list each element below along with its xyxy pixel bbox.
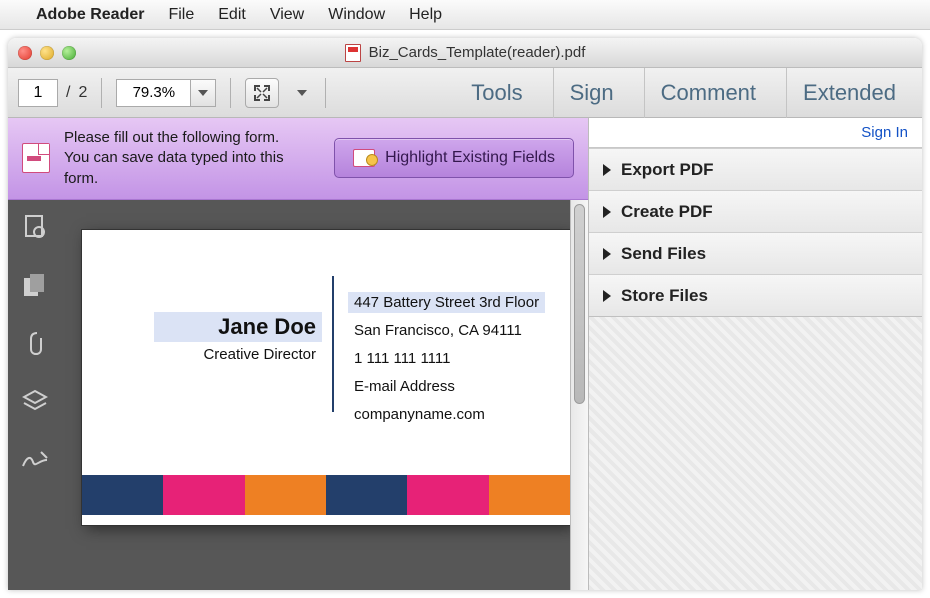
- toolbar-divider: [101, 78, 102, 108]
- page-total: 2: [78, 84, 87, 102]
- disclosure-triangle-icon: [603, 290, 611, 302]
- app-window: Biz_Cards_Template(reader).pdf / 2 Tools…: [8, 38, 922, 590]
- tab-tools[interactable]: Tools: [455, 68, 538, 118]
- form-message-bar: Please fill out the following form. You …: [8, 118, 588, 200]
- pages-icon: [22, 272, 48, 298]
- pdf-icon: [345, 44, 361, 62]
- vertical-scrollbar[interactable]: [570, 200, 588, 590]
- window-minimize-button[interactable]: [40, 46, 54, 60]
- tab-comment[interactable]: Comment: [644, 68, 772, 118]
- layers-icon: [22, 389, 48, 413]
- accordion-export-pdf[interactable]: Export PDF: [589, 148, 922, 190]
- toolbar: / 2 Tools Sign Comment Extended: [8, 68, 922, 118]
- website-field[interactable]: companyname.com: [348, 404, 491, 425]
- address-line2-field[interactable]: San Francisco, CA 94111: [348, 320, 528, 341]
- email-field[interactable]: E-mail Address: [348, 376, 461, 397]
- attachments-button[interactable]: [20, 328, 50, 358]
- app-menu[interactable]: Adobe Reader: [36, 6, 144, 24]
- window-title-text: Biz_Cards_Template(reader).pdf: [369, 44, 586, 61]
- signin-row: Sign In: [589, 118, 922, 148]
- menu-file[interactable]: File: [168, 6, 194, 24]
- accordion-store-files[interactable]: Store Files: [589, 274, 922, 316]
- layers-button[interactable]: [20, 386, 50, 416]
- mac-menubar: Adobe Reader File Edit View Window Help: [0, 0, 930, 30]
- title-field[interactable]: Creative Director: [154, 344, 322, 365]
- signatures-button[interactable]: [20, 444, 50, 474]
- menu-view[interactable]: View: [270, 6, 304, 24]
- document-view[interactable]: Jane Doe Creative Director 447 Battery S…: [62, 200, 588, 590]
- page-navigator: / 2: [18, 79, 87, 107]
- paperclip-icon: [23, 329, 47, 357]
- phone-field[interactable]: 1 111 111 1111: [348, 348, 456, 369]
- address-line1-field[interactable]: 447 Battery Street 3rd Floor: [348, 292, 545, 313]
- name-field[interactable]: Jane Doe: [154, 312, 322, 342]
- thumbnails-button[interactable]: [20, 212, 50, 242]
- accordion-label: Create PDF: [621, 202, 713, 222]
- window-title: Biz_Cards_Template(reader).pdf: [345, 44, 586, 62]
- traffic-lights: [18, 46, 76, 60]
- toolbar-divider: [230, 78, 231, 108]
- window-zoom-button[interactable]: [62, 46, 76, 60]
- task-accordion: Export PDF Create PDF Send Files Store F…: [589, 148, 922, 317]
- page-separator: /: [66, 84, 70, 102]
- scrollbar-thumb[interactable]: [574, 204, 585, 404]
- tab-extended[interactable]: Extended: [786, 68, 912, 118]
- toolbar-divider: [325, 78, 326, 108]
- form-icon: [22, 143, 50, 173]
- highlight-fields-icon: [353, 149, 375, 167]
- menu-help[interactable]: Help: [409, 6, 442, 24]
- disclosure-triangle-icon: [603, 248, 611, 260]
- window-close-button[interactable]: [18, 46, 32, 60]
- task-pane: Sign In Export PDF Create PDF Send Files: [588, 118, 922, 590]
- highlight-fields-label: Highlight Existing Fields: [385, 149, 555, 167]
- expand-icon: [253, 84, 271, 102]
- zoom-dropdown[interactable]: [190, 79, 216, 107]
- accordion-label: Send Files: [621, 244, 706, 264]
- accordion-create-pdf[interactable]: Create PDF: [589, 190, 922, 232]
- page-number-input[interactable]: [18, 79, 58, 107]
- sign-in-link[interactable]: Sign In: [861, 124, 908, 141]
- accordion-label: Export PDF: [621, 160, 714, 180]
- pdf-page: Jane Doe Creative Director 447 Battery S…: [82, 230, 570, 525]
- sign-icon: [21, 448, 49, 470]
- color-stripe: [82, 475, 570, 515]
- accordion-label: Store Files: [621, 286, 708, 306]
- menu-edit[interactable]: Edit: [218, 6, 246, 24]
- disclosure-triangle-icon: [603, 164, 611, 176]
- pages-button[interactable]: [20, 270, 50, 300]
- chevron-down-icon: [198, 90, 208, 96]
- navigation-pane: [8, 200, 62, 590]
- menu-window[interactable]: Window: [328, 6, 385, 24]
- page-thumbnails-icon: [23, 214, 47, 240]
- form-message-text: Please fill out the following form. You …: [64, 128, 284, 189]
- task-pane-empty: [589, 317, 922, 590]
- disclosure-triangle-icon: [603, 206, 611, 218]
- view-options-dropdown[interactable]: [293, 78, 311, 108]
- highlight-fields-button[interactable]: Highlight Existing Fields: [334, 138, 574, 178]
- fit-page-button[interactable]: [245, 78, 279, 108]
- chevron-down-icon: [297, 90, 307, 96]
- accordion-send-files[interactable]: Send Files: [589, 232, 922, 274]
- zoom-control: [116, 79, 216, 107]
- tab-sign[interactable]: Sign: [553, 68, 630, 118]
- titlebar: Biz_Cards_Template(reader).pdf: [8, 38, 922, 68]
- vertical-divider: [332, 276, 334, 412]
- zoom-input[interactable]: [116, 79, 190, 107]
